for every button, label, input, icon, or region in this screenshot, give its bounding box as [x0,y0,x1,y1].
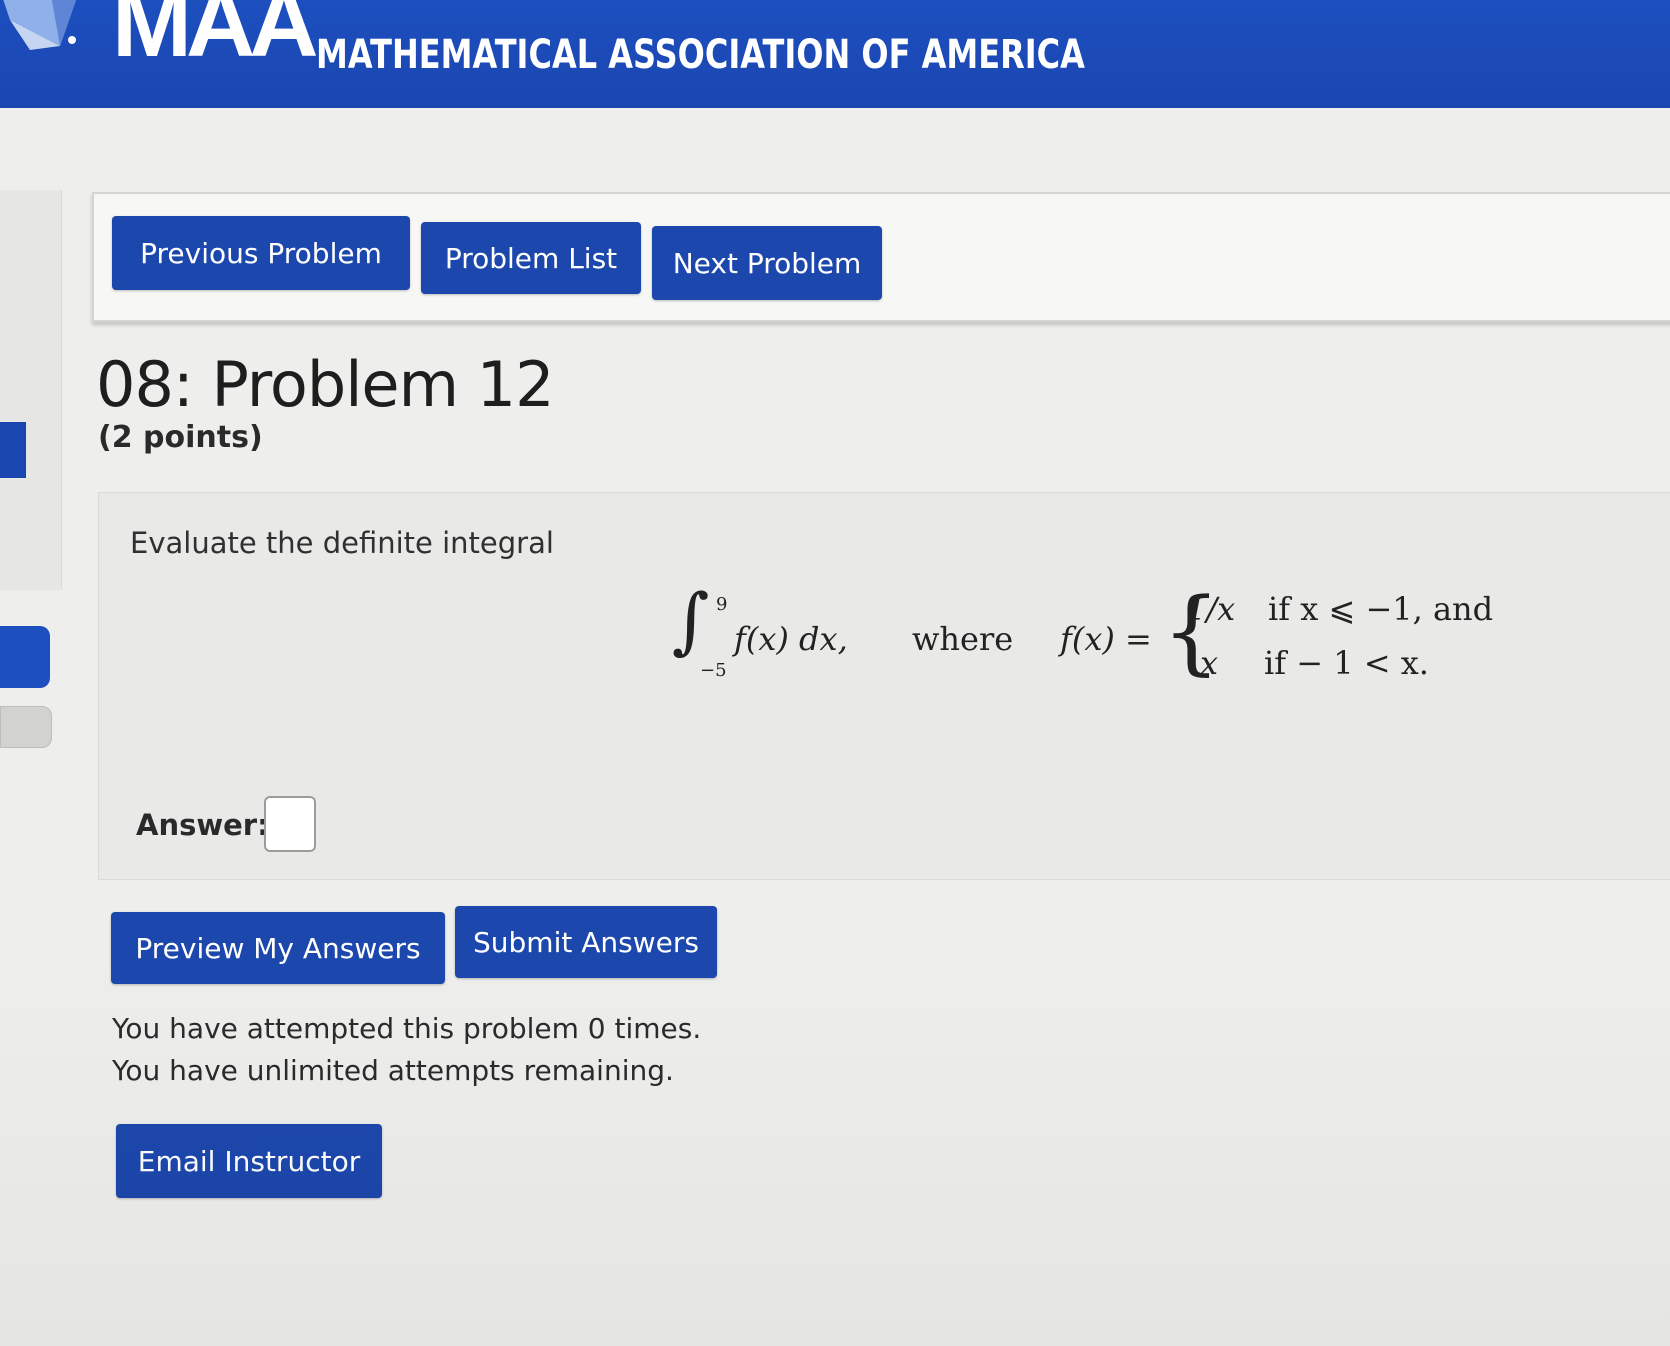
sidebar-button[interactable] [0,626,50,688]
attempts-info: You have attempted this problem 0 times.… [112,1008,701,1092]
sidebar-panel [0,190,62,590]
integrand: f(x) dx, [734,620,848,658]
maa-logo-text: MAA [112,0,319,77]
sidebar-button-secondary[interactable] [0,706,52,748]
answer-input[interactable] [264,796,316,852]
organization-name: MATHEMATICAL ASSOCIATION OF AMERICA [316,32,1085,78]
attempts-count-text: You have attempted this problem 0 times. [112,1012,702,1045]
problem-points: (2 points) [98,420,263,455]
submit-answers-button[interactable]: Submit Answers [455,906,717,978]
header-banner: MAA MATHEMATICAL ASSOCIATION OF AMERICA [0,0,1670,108]
integral-lower-limit: −5 [700,660,727,681]
previous-problem-button[interactable]: Previous Problem [112,216,410,290]
where-text: where [912,620,1014,658]
integral-upper-limit: 9 [716,594,728,615]
piecewise-case-2-expression: x [1200,644,1219,682]
problem-prompt: Evaluate the definite integral [130,526,554,560]
page-title: 08: Problem 12 [96,348,555,421]
piecewise-case-1-condition: if x ⩽ −1, and [1268,590,1494,628]
email-instructor-button[interactable]: Email Instructor [116,1124,382,1198]
sidebar-marker [0,422,26,478]
next-problem-button[interactable]: Next Problem [652,226,882,300]
preview-answers-button[interactable]: Preview My Answers [111,912,445,984]
piecewise-case-1-expression: 1/x [1186,590,1236,628]
piecewise-case-2-condition: if − 1 < x. [1264,644,1429,682]
attempts-remaining-text: You have unlimited attempts remaining. [112,1054,674,1087]
integral-sign: ∫ [672,578,710,662]
answer-label: Answer: [136,808,269,842]
problem-list-button[interactable]: Problem List [421,222,641,294]
function-definition: f(x) = [1060,620,1152,658]
maa-logo-icon [3,0,77,50]
